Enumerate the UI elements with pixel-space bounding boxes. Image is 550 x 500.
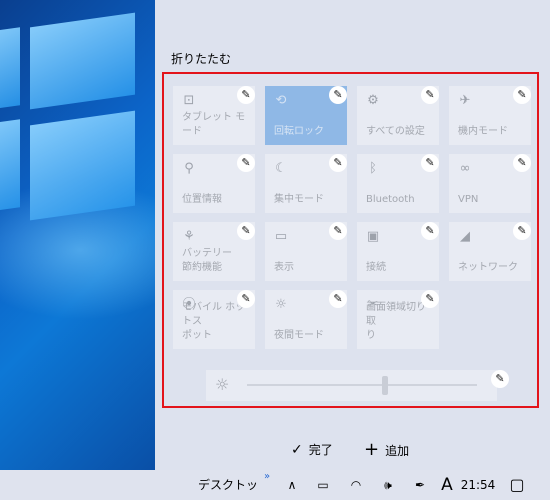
unpin-icon[interactable]: ✎ (513, 86, 531, 104)
unpin-icon[interactable]: ✎ (513, 222, 531, 240)
action-center-panel: 折りたたむ ⊡ タブレット モード ✎ ⟲ 回転ロック ✎ ⚙ すべての設定 ✎ ✈ 機内モード ✎ ⚲… (155, 0, 550, 470)
unpin-icon[interactable]: ✎ (237, 86, 255, 104)
night-light-icon: ☼ (275, 297, 287, 312)
quick-action-label: ネットワーク (458, 262, 518, 273)
tablet-mode-icon: ⊡ (183, 93, 195, 108)
volume-icon[interactable]: 🕪 (378, 470, 398, 500)
brightness-slider[interactable]: ☼ (206, 370, 497, 401)
quick-action-label: タブレット モード (182, 112, 246, 137)
done-button[interactable]: ✓ 完了 (291, 440, 333, 460)
collapse-link[interactable]: 折りたたむ (171, 50, 231, 67)
plus-icon: + (364, 439, 380, 460)
moon-icon: ☾ (275, 161, 287, 176)
check-icon: ✓ (291, 442, 303, 458)
vpn-icon: ∞ (459, 161, 471, 176)
unpin-icon[interactable]: ✎ (329, 222, 347, 240)
unpin-icon[interactable]: ✎ (421, 290, 439, 308)
wifi-icon[interactable]: ◠ (346, 470, 366, 500)
unpin-icon[interactable]: ✎ (421, 222, 439, 240)
connect-icon: ▣ (366, 229, 380, 244)
location-icon: ⚲ (184, 161, 194, 176)
brightness-unpin-icon[interactable]: ✎ (491, 370, 509, 388)
show-hidden-icons-icon[interactable]: ∧ (282, 470, 302, 500)
edit-actions-bar: ✓ 完了 + 追加 (155, 440, 550, 460)
add-label: 追加 (385, 444, 410, 458)
unpin-icon[interactable]: ✎ (329, 154, 347, 172)
quick-action-label: 接続 (366, 262, 386, 273)
pen-workspace-icon[interactable]: ✒ (410, 470, 430, 500)
desktop-background (0, 0, 155, 470)
quick-action-label: 画面領域切り取 り (366, 302, 426, 341)
unpin-icon[interactable]: ✎ (329, 86, 347, 104)
windows-logo-pane-3 (0, 27, 20, 111)
notification-center-icon[interactable]: ▢ (506, 470, 528, 500)
windows-logo-pane-4 (0, 119, 20, 213)
quick-action-label: 集中モード (274, 194, 324, 205)
quick-action-label: バッテリー 節約機能 (182, 248, 232, 273)
battery-icon[interactable]: ▭ (313, 470, 333, 500)
add-button[interactable]: + 追加 (364, 440, 409, 461)
airplane-icon: ✈ (459, 93, 471, 108)
clock[interactable]: 21:54 (460, 470, 496, 500)
unpin-icon[interactable]: ✎ (421, 86, 439, 104)
windows-logo-pane-2 (30, 110, 135, 221)
quick-action-label: 位置情報 (182, 194, 222, 205)
windows-logo-pane-1 (30, 12, 135, 110)
settings-gear-icon: ⚙ (367, 93, 379, 108)
quick-action-label: 表示 (274, 262, 294, 273)
quick-action-label: 夜間モード (274, 330, 324, 341)
unpin-icon[interactable]: ✎ (329, 290, 347, 308)
unpin-icon[interactable]: ✎ (237, 222, 255, 240)
brightness-thumb[interactable] (382, 376, 388, 395)
unpin-icon[interactable]: ✎ (237, 290, 255, 308)
network-icon: ◢ (460, 229, 470, 244)
toolbar-more-icon[interactable]: » (260, 462, 274, 492)
quick-action-label: 機内モード (458, 126, 508, 137)
quick-action-label: Bluetooth (366, 194, 415, 205)
quick-action-label: モバイル ホットス ポット (182, 302, 246, 341)
rotation-lock-icon: ⟲ (275, 93, 287, 108)
quick-action-label: 回転ロック (274, 126, 324, 137)
unpin-icon[interactable]: ✎ (237, 154, 255, 172)
bluetooth-icon: ᛒ (369, 161, 377, 176)
ime-mode-indicator[interactable]: A (438, 470, 456, 500)
brightness-track[interactable] (247, 384, 477, 386)
battery-saver-icon: ⚘ (183, 229, 195, 244)
done-label: 完了 (308, 443, 333, 457)
brightness-sun-icon: ☼ (215, 375, 230, 394)
taskbar: デスクトップ » ∧ ▭ ◠ 🕪 ✒ A 21:54 ▢ (0, 470, 550, 500)
project-display-icon: ▭ (274, 229, 288, 244)
unpin-icon[interactable]: ✎ (421, 154, 439, 172)
desktop-toolbar-label[interactable]: デスクトップ (198, 470, 258, 500)
quick-action-label: VPN (458, 194, 479, 205)
quick-action-label: すべての設定 (366, 126, 425, 137)
unpin-icon[interactable]: ✎ (513, 154, 531, 172)
